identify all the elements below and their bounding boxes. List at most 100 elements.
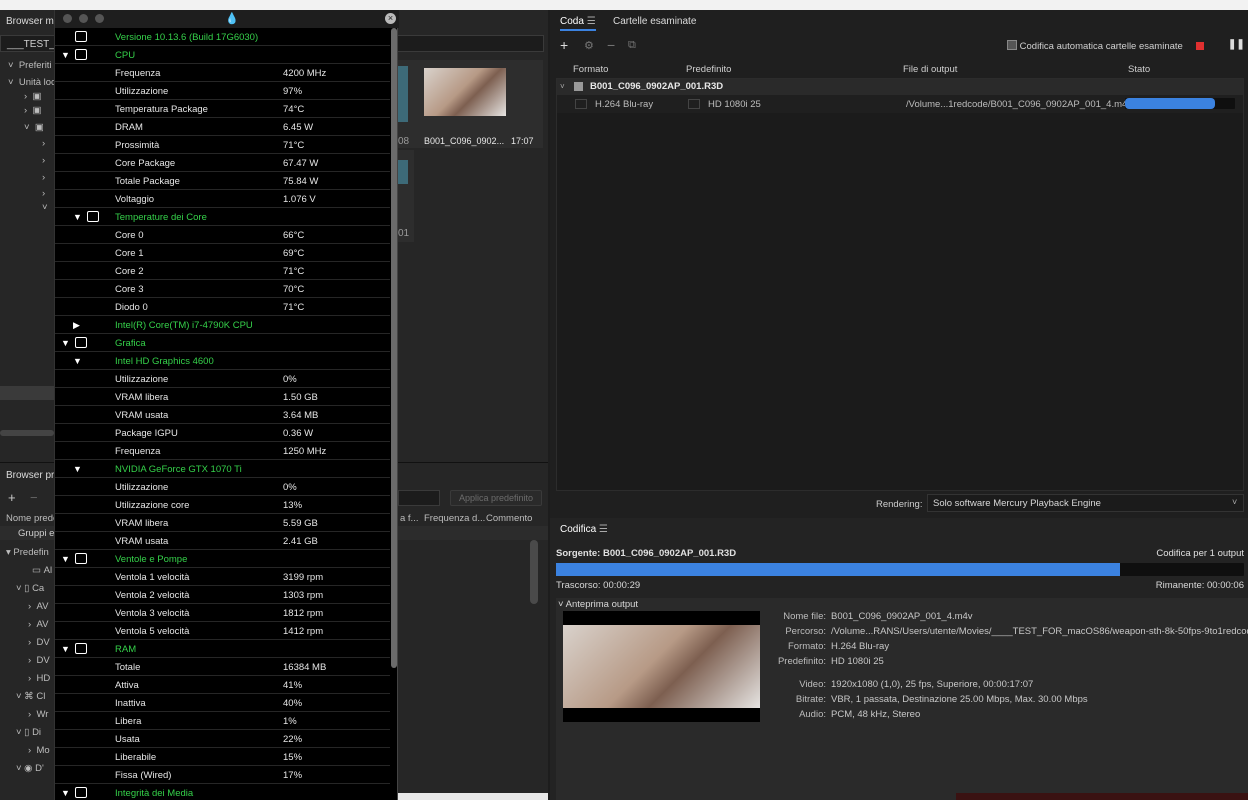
disclosure-open-icon[interactable]: ▼ [73, 464, 82, 474]
monitor-section-row[interactable]: ▼ CPU [55, 46, 390, 64]
monitor-sensor-row: Inattiva 40% [55, 694, 390, 712]
drive-item[interactable]: › ▣ [24, 105, 41, 116]
preset-group-item[interactable]: ˅ ▯ Di [16, 727, 41, 738]
monitor-section-row[interactable]: ▼ Intel HD Graphics 4600 [55, 352, 390, 370]
monitor-section-row[interactable]: ▼ Temperature dei Core [55, 208, 390, 226]
folder-item[interactable]: › [42, 188, 45, 199]
tab-watch-folders[interactable]: Cartelle esaminate [613, 16, 696, 27]
encoding-panel: Codifica ☰ Sorgente: B001_C096_0902AP_00… [550, 518, 1248, 800]
monitor-section-row[interactable]: ▼ RAM [55, 640, 390, 658]
drive-item[interactable]: › ▣ [24, 91, 41, 102]
settings-sliders-icon[interactable]: ⚙ [584, 39, 594, 52]
folder-item[interactable]: › [42, 138, 45, 149]
preview-toggle[interactable]: ˅ Anteprima output [558, 599, 638, 610]
elapsed-time: Trascorso: 00:00:29 [556, 580, 641, 591]
monitor-scrollbar[interactable] [391, 28, 397, 668]
preset-group-item[interactable]: ▭ Al [32, 565, 52, 576]
sensor-value: 0% [283, 374, 297, 385]
preset-group-item[interactable]: › DV [28, 637, 50, 648]
disclosure-open-icon[interactable]: ▼ [73, 212, 82, 222]
queue-item-row[interactable]: ˅ B001_C096_0902AP_001.R3D [557, 79, 1243, 95]
disclosure-open-icon[interactable]: ▼ [61, 788, 70, 798]
preset-scrollbar[interactable] [530, 540, 538, 604]
preset-group-item[interactable]: › AV [28, 601, 48, 612]
clip-thumbnail-card[interactable]: 08 B001_C096_0902... 17:07 [398, 60, 543, 148]
zoom-dot[interactable] [95, 14, 104, 23]
local-units-group[interactable]: ˅ Unità loc [8, 77, 56, 88]
column-header[interactable]: Frequenza d... [424, 513, 485, 524]
output-info: Nome file: B001_C096_0902AP_001_4.m4v Perc… [746, 611, 1248, 731]
preset-group-item[interactable]: ˅ ▯ Ca [16, 583, 44, 594]
gpu-icon [75, 337, 87, 348]
remove-preset-icon[interactable]: − [30, 490, 38, 505]
close-dot[interactable] [63, 14, 72, 23]
monitor-section-row[interactable]: ▼ Integrità dei Media [55, 784, 390, 800]
monitor-sensor-row: Ventola 1 velocità 3199 rpm [55, 568, 390, 586]
sensor-label: Prossimità [115, 140, 160, 151]
preset-group-item[interactable]: › AV [28, 619, 48, 630]
source-label: Sorgente: B001_C096_0902AP_001.R3D [556, 548, 737, 559]
favorites-group[interactable]: ˅ Preferiti [8, 60, 52, 71]
monitor-sensor-row: Core 0 66°C [55, 226, 390, 244]
sensor-label: Temperature dei Core [115, 212, 207, 223]
disclosure-open-icon[interactable]: ▼ [61, 338, 70, 348]
disclosure-open-icon[interactable]: ▼ [61, 50, 70, 60]
preset-group-item[interactable]: › DV [28, 655, 50, 666]
stop-queue-button[interactable] [1196, 42, 1204, 50]
sensor-label: Versione 10.13.6 (Build 17G6030) [115, 32, 259, 43]
folder-item[interactable]: › [42, 172, 45, 183]
sensor-value: 2.41 GB [283, 536, 318, 547]
preset-group-item[interactable]: › HD [28, 673, 50, 684]
column-header[interactable]: a f... [400, 513, 418, 524]
disclosure-open-icon[interactable]: ▼ [61, 554, 70, 564]
monitor-section-row[interactable]: Versione 10.13.6 (Build 17G6030) [55, 28, 390, 46]
close-icon[interactable]: × [385, 13, 396, 24]
checkbox-icon[interactable] [1007, 40, 1017, 50]
monitor-section-row[interactable]: ▶ Intel(R) Core(TM) i7-4790K CPU [55, 316, 390, 334]
add-source-icon[interactable]: + [560, 37, 568, 53]
sensor-label: Core Package [115, 158, 176, 169]
add-preset-icon[interactable]: + [8, 490, 16, 505]
preset-group-item[interactable]: ˅ ◉ D' [16, 763, 44, 774]
sensor-label: Utilizzazione [115, 86, 169, 97]
preset-group-item[interactable]: ▾ Predefin [6, 547, 49, 558]
preset-group-item[interactable]: ˅ ⌘ Cl [16, 691, 45, 702]
tab-queue[interactable]: Coda ☰ [560, 16, 596, 31]
output-preview-section: ˅ Anteprima output Nome file: B001_C096_0… [556, 598, 1248, 800]
selected-row[interactable] [0, 386, 54, 400]
preset-search-input[interactable] [398, 490, 440, 506]
auto-encode-checkbox[interactable]: Codifica automatica cartelle esaminate [1007, 40, 1183, 52]
sensor-label: Liberabile [115, 752, 157, 763]
remaining-time: Rimanente: 00:00:06 [1155, 580, 1244, 591]
column-header[interactable]: Commento [486, 513, 532, 524]
sensor-value: 6.45 W [283, 122, 314, 133]
apply-preset-button[interactable]: Applica predefinito [450, 490, 542, 506]
sensor-value: 1412 rpm [283, 626, 324, 637]
duplicate-icon[interactable]: ⧉ [628, 39, 636, 52]
monitor-section-row[interactable]: ▼ Ventole e Pompe [55, 550, 390, 568]
preset-name-column[interactable]: Nome prede [6, 513, 58, 524]
disclosure-open-icon[interactable]: ▼ [61, 644, 70, 654]
pause-queue-button[interactable]: ❚❚ [1228, 39, 1245, 50]
disclosure-open-icon[interactable]: ▼ [73, 356, 82, 366]
left-scrollbar[interactable] [0, 430, 54, 436]
sensor-value: 67.47 W [283, 158, 319, 169]
clip-thumbnail-card[interactable]: 01 [398, 150, 414, 242]
rendering-select[interactable]: Solo software Mercury Playback Engine ˅ [927, 494, 1244, 512]
sensor-value: 22% [283, 734, 303, 745]
drive-item[interactable]: ˅ ▣ [24, 122, 44, 133]
sensor-label: Libera [115, 716, 142, 727]
minimize-dot[interactable] [79, 14, 88, 23]
sensor-label: Inattiva [115, 698, 146, 709]
monitor-section-row[interactable]: ▼ NVIDIA GeForce GTX 1070 Ti [55, 460, 390, 478]
info-key: Predefinito: [777, 656, 826, 667]
folder-item[interactable]: › [42, 155, 45, 166]
remove-icon[interactable]: − [607, 37, 615, 53]
sensor-label: Ventola 5 velocità [115, 626, 190, 637]
disclosure-closed-icon[interactable]: ▶ [73, 320, 80, 331]
preset-group-item[interactable]: › Wr [28, 709, 48, 720]
monitor-section-row[interactable]: ▼ Grafica [55, 334, 390, 352]
folder-item[interactable]: ˅ [42, 202, 48, 213]
queue-job-row[interactable]: H.264 Blu-ray HD 1080i 25 /Volume...1red… [557, 95, 1243, 113]
preset-group-item[interactable]: › Mo [28, 745, 50, 756]
